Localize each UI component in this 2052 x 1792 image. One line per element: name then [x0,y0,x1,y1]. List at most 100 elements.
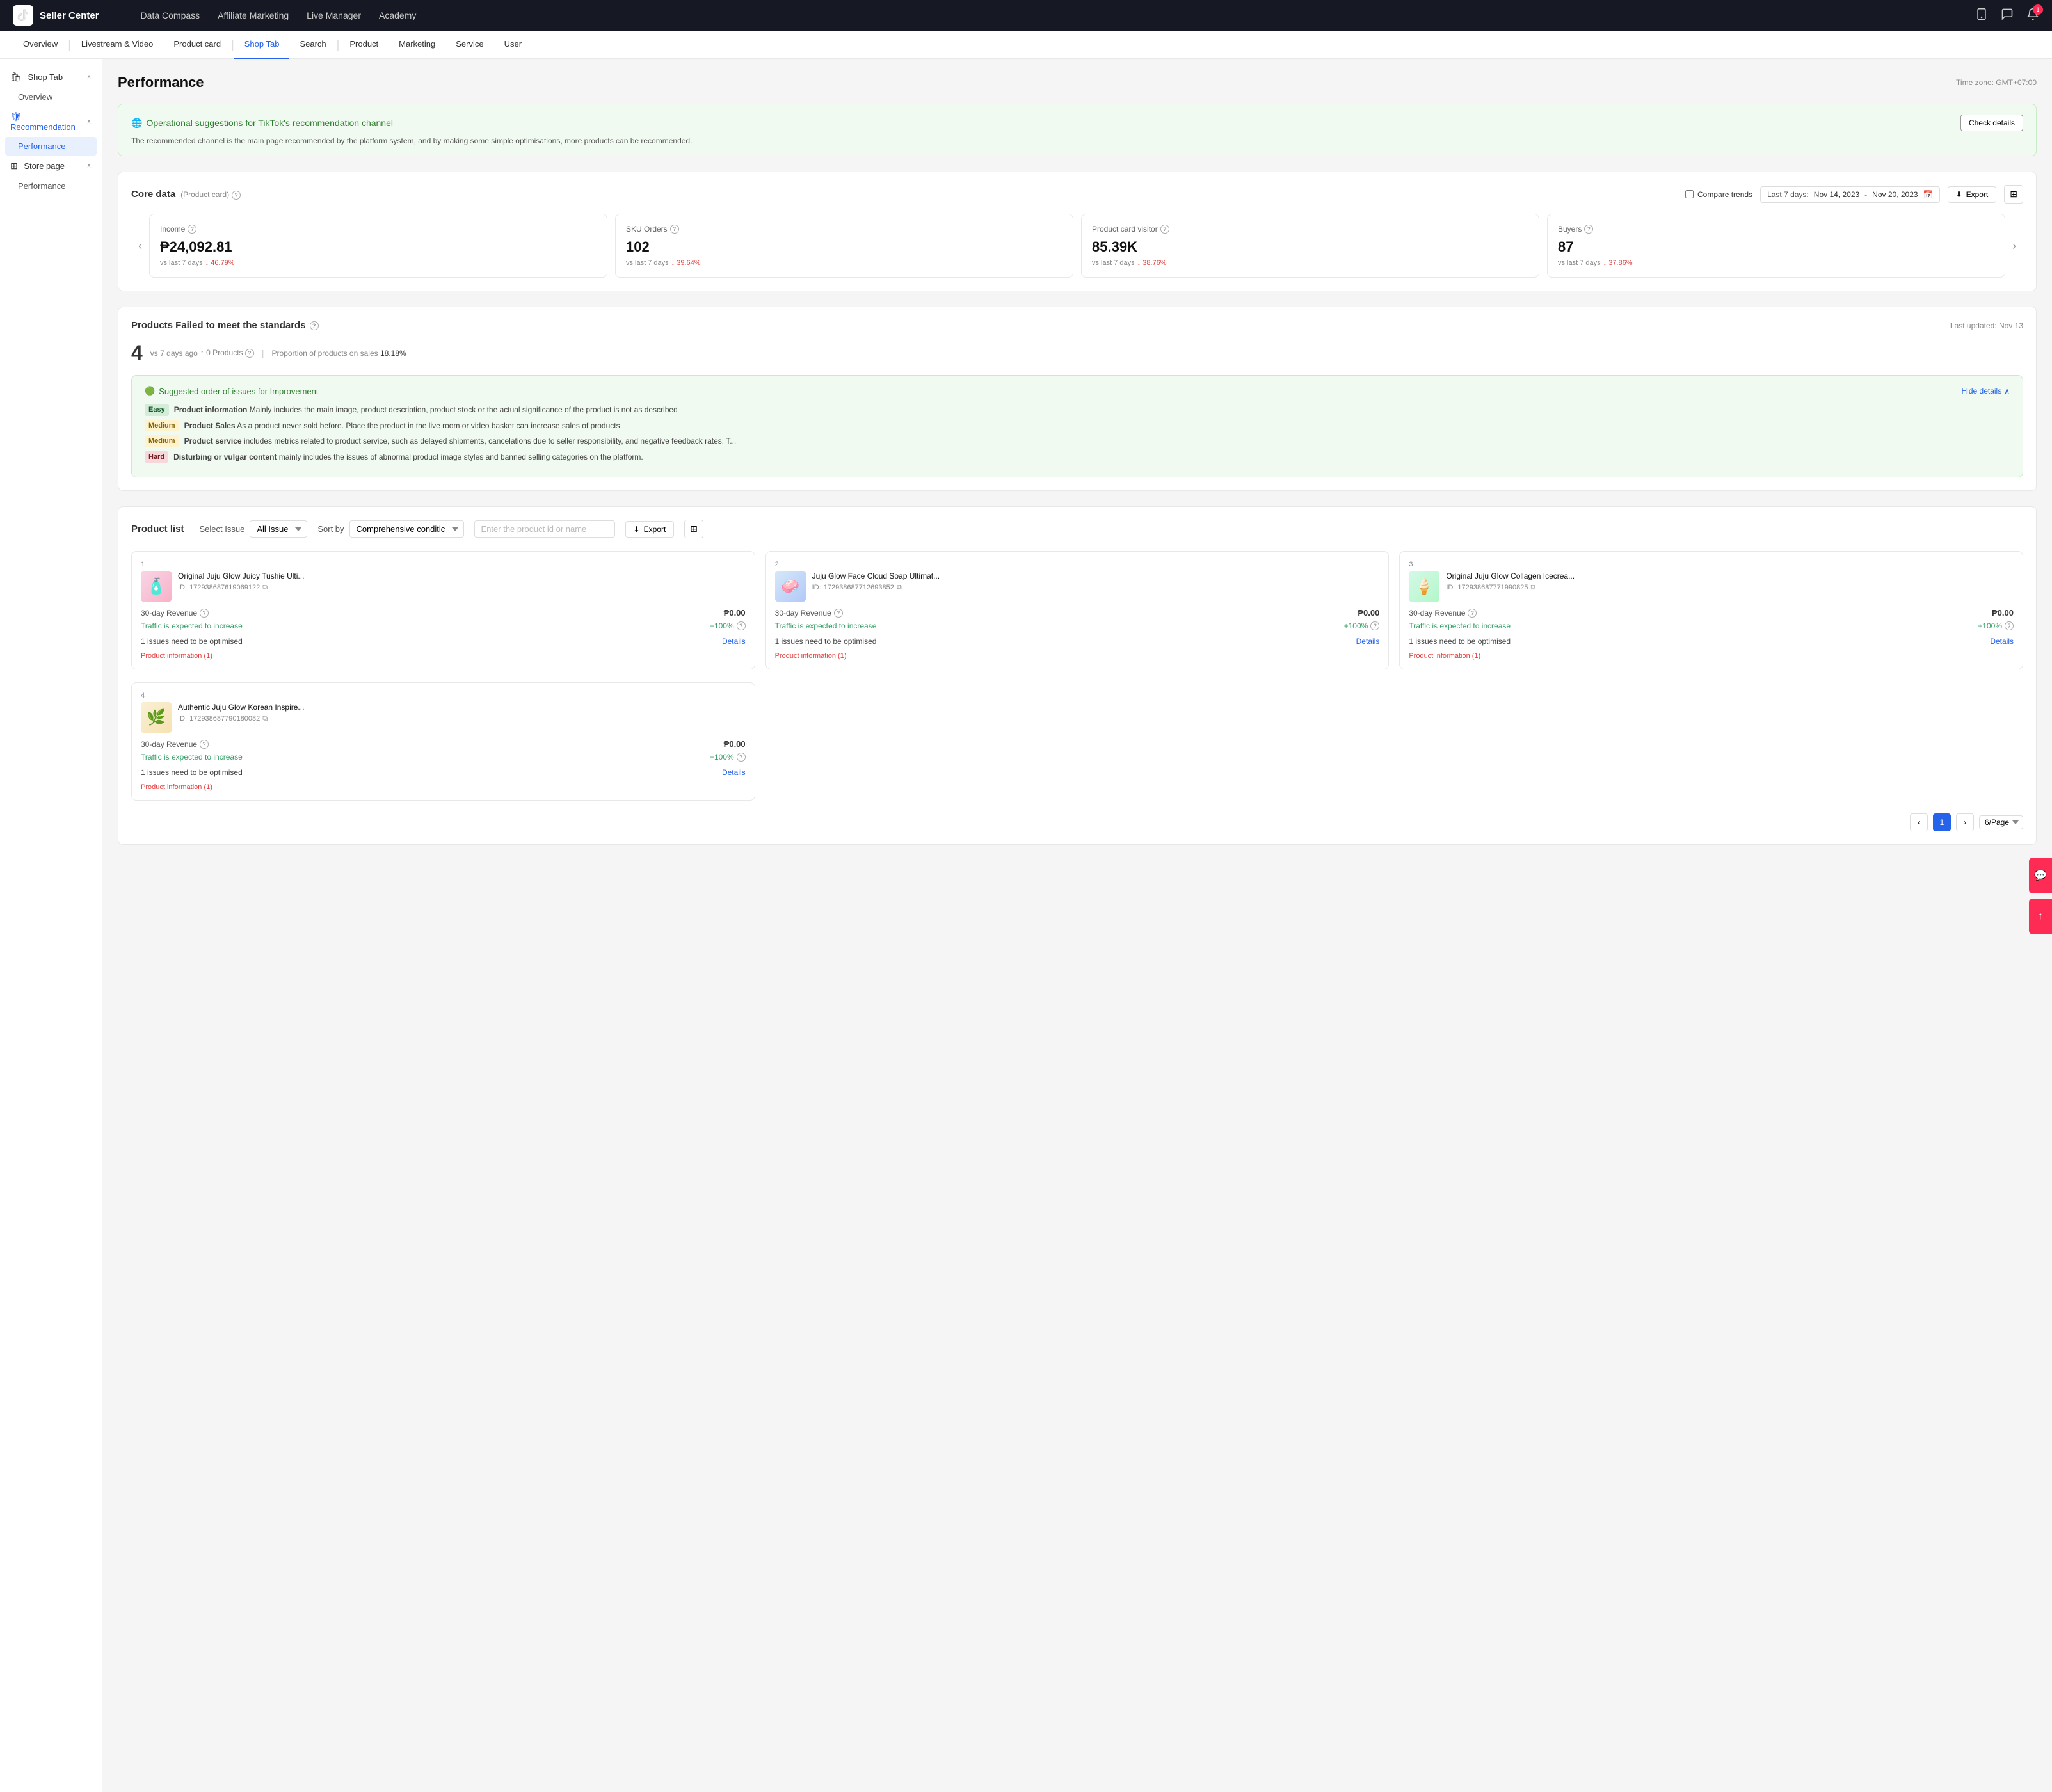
hide-details-button[interactable]: Hide details ∧ [1962,387,2010,396]
brand-name: Seller Center [40,10,99,21]
details-link-1[interactable]: Details [722,637,746,646]
product-card-4: 4 🌿 Authentic Juju Glow Korean Inspire..… [131,682,755,801]
product-traffic-row-3: Traffic is expected to increase +100% ? [1409,621,2014,630]
compare-checkbox-input[interactable] [1685,190,1694,198]
page-header: Performance Time zone: GMT+07:00 [118,74,2037,91]
sort-by-dropdown[interactable]: Comprehensive conditic [349,520,464,538]
product-thumbnail-4: 🌿 [141,702,172,733]
mobile-icon-btn[interactable] [1975,8,1988,24]
revenue-info-4[interactable]: ? [200,740,209,749]
tab-overview[interactable]: Overview [13,31,68,59]
pagination: ‹ 1 › 6/Page [131,813,2023,831]
product-info-tag-3[interactable]: Product information (1) [1409,650,2014,660]
metric-income-label: Income ? [160,225,597,234]
pagination-prev-button[interactable]: ‹ [1910,813,1928,831]
product-revenue-1: ₱0.00 [724,608,746,618]
metric-buyers-value: 87 [1558,239,1994,255]
per-page-select[interactable]: 6/Page [1979,815,2023,829]
revenue-info-3[interactable]: ? [1468,609,1477,618]
sidebar-item-performance[interactable]: Performance [5,137,97,156]
product-revenue-3: ₱0.00 [1992,608,2014,618]
metrics-next-button[interactable]: › [2005,214,2023,278]
product-info-tag-2[interactable]: Product information (1) [775,650,1380,660]
tab-product-card[interactable]: Product card [163,31,231,59]
sort-by-group: Sort by Comprehensive conditic [317,520,463,538]
calendar-icon: 📅 [1923,190,1933,199]
visitor-info-icon[interactable]: ? [1160,225,1169,234]
sidebar-section-recommendation[interactable]: 🛡 Recommendation ∧ [0,106,102,137]
tab-marketing[interactable]: Marketing [389,31,445,59]
products-failed-section: Products Failed to meet the standards ? … [118,307,2037,491]
brand-logo[interactable]: Seller Center [13,5,99,26]
sidebar-section-store-page[interactable]: ⊞ Store page ∧ [0,156,102,177]
copy-icon-4[interactable]: ⧉ [262,715,268,723]
nav-live-manager[interactable]: Live Manager [307,10,361,20]
details-link-3[interactable]: Details [1990,637,2014,646]
product-info-3: Original Juju Glow Collagen Icecrea... I… [1446,571,2014,592]
income-info-icon[interactable]: ? [188,225,196,234]
copy-icon-2[interactable]: ⧉ [897,584,902,592]
revenue-info-2[interactable]: ? [834,609,843,618]
sidebar-section-shop-tab[interactable]: 🛍 Shop Tab ∧ [0,67,102,88]
metric-sku-value: 102 [626,239,1062,255]
product-list-grid-button[interactable]: ⊞ [684,520,703,538]
traffic-info-4[interactable]: ? [737,753,746,762]
pagination-page-1[interactable]: 1 [1933,813,1951,831]
core-data-grid-button[interactable]: ⊞ [2004,185,2023,204]
compare-trends-checkbox[interactable]: Compare trends [1685,190,1752,199]
notification-icon-btn[interactable]: 1 [2026,8,2039,24]
revenue-info-1[interactable]: ? [200,609,209,618]
traffic-info-1[interactable]: ? [737,621,746,630]
tab-product[interactable]: Product [339,31,389,59]
sidebar-item-overview[interactable]: Overview [0,88,102,106]
issues-label-2: 1 issues need to be optimised [775,637,877,646]
copy-icon-1[interactable]: ⧉ [262,584,268,592]
core-data-export-button[interactable]: ⬇ Export [1948,186,1997,203]
metrics-prev-button[interactable]: ‹ [131,214,149,278]
metric-visitor-label: Product card visitor ? [1092,225,1528,234]
sku-info-icon[interactable]: ? [670,225,679,234]
tab-service[interactable]: Service [445,31,493,59]
select-issue-group: Select Issue All Issue [200,520,308,538]
tab-shop-tab[interactable]: Shop Tab [234,31,290,59]
metric-sku-change: ↓ 39.64% [671,259,701,267]
core-data-header: Core data (Product card) ? Compare trend… [131,185,2023,204]
tab-user[interactable]: User [494,31,532,59]
product-info-tag-1[interactable]: Product information (1) [141,650,746,660]
product-info-2: Juju Glow Face Cloud Soap Ultimat... ID:… [812,571,1380,592]
floating-btn-1[interactable]: 💬 [2029,858,2052,893]
traffic-label-4: Traffic is expected to increase [141,753,243,762]
details-link-2[interactable]: Details [1356,637,1380,646]
copy-icon-3[interactable]: ⧉ [1531,584,1536,592]
floating-btn-2[interactable]: ↑ [2029,899,2052,934]
products-failed-info-icon[interactable]: ? [310,321,319,330]
nav-academy[interactable]: Academy [379,10,416,20]
sidebar-item-store-performance[interactable]: Performance [0,177,102,195]
details-link-4[interactable]: Details [722,768,746,777]
tab-search[interactable]: Search [289,31,336,59]
select-issue-dropdown[interactable]: All Issue [250,520,307,538]
product-issues-row-2: 1 issues need to be optimised Details [775,637,1380,646]
traffic-info-3[interactable]: ? [2005,621,2014,630]
tab-livestream[interactable]: Livestream & Video [71,31,164,59]
product-search-input[interactable] [474,520,615,538]
traffic-info-2[interactable]: ? [1370,621,1379,630]
green-dot-icon: 🟢 [145,386,155,396]
product-traffic-row-4: Traffic is expected to increase +100% ? [141,753,746,762]
shop-icon: 🛍 [10,72,22,82]
product-card-2: 2 🧼 Juju Glow Face Cloud Soap Ultimat...… [765,551,1390,669]
failed-count-meta: vs 7 days ago ↑ 0 Products ? [150,348,254,358]
product-info-tag-4[interactable]: Product information (1) [141,781,746,791]
product-id-2: ID: 172938687712693852 ⧉ [812,584,1380,592]
core-data-info-icon[interactable]: ? [232,191,241,200]
product-list-export-button[interactable]: ⬇ Export [625,521,675,538]
nav-affiliate-marketing[interactable]: Affiliate Marketing [218,10,289,20]
pagination-next-button[interactable]: › [1956,813,1974,831]
buyers-info-icon[interactable]: ? [1584,225,1593,234]
metrics-row: ‹ Income ? ₱24,092.81 vs last 7 days ↓ 4… [131,214,2023,278]
date-range-picker[interactable]: Last 7 days: Nov 14, 2023 - Nov 20, 2023… [1760,186,1939,203]
nav-data-compass[interactable]: Data Compass [141,10,200,20]
zero-products-info-icon[interactable]: ? [245,349,254,358]
chat-icon-btn[interactable] [2001,8,2014,24]
check-details-button[interactable]: Check details [1960,115,2023,131]
